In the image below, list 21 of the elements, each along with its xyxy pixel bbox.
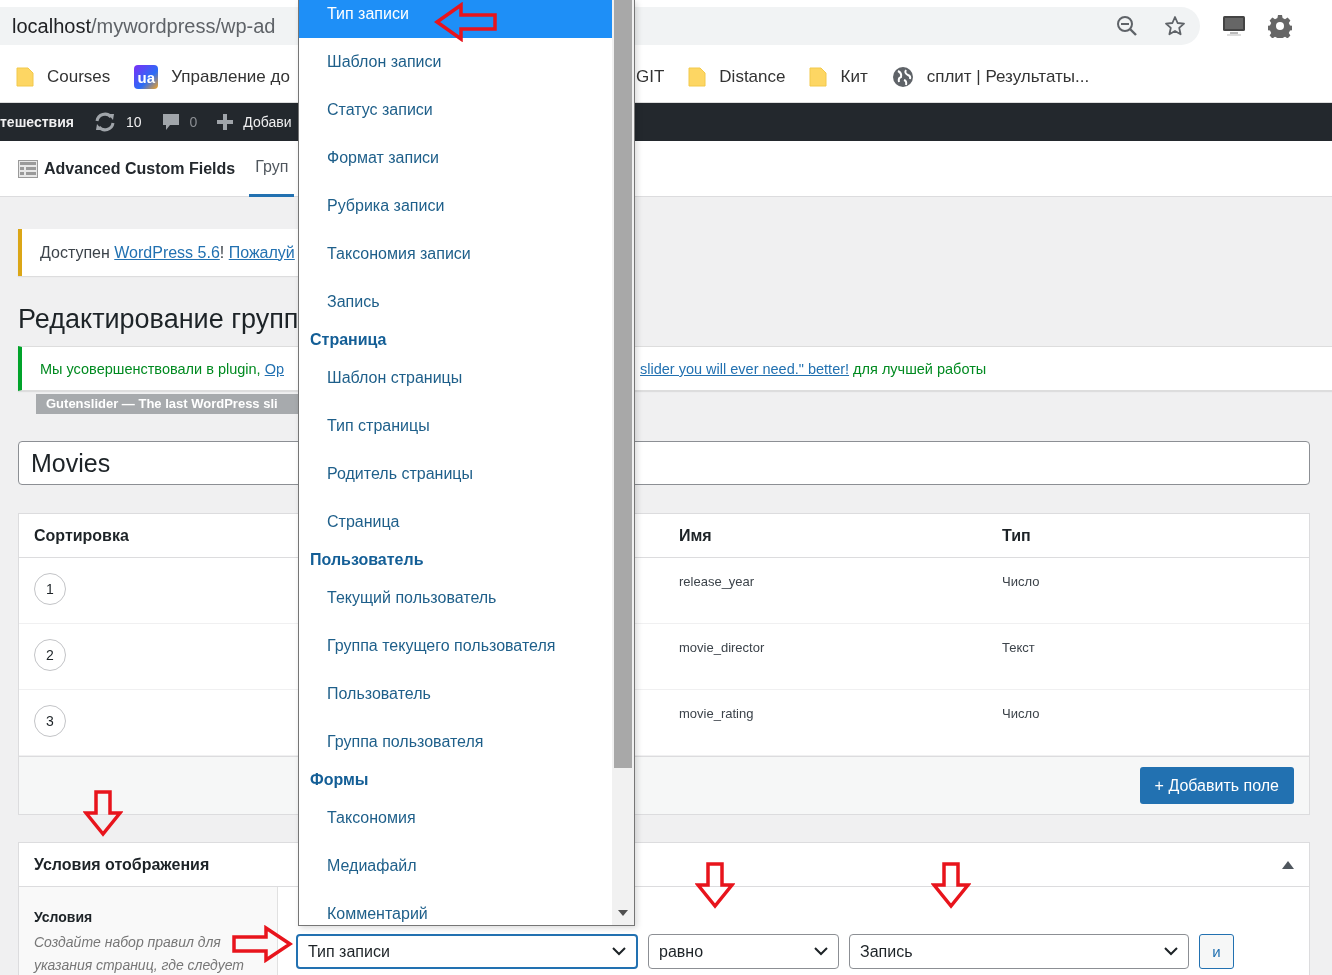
column-header: Имя bbox=[678, 526, 713, 545]
plugin-notice: slider you will ever need." better! для лучшей работы bbox=[640, 360, 987, 377]
table-cell: Число bbox=[1002, 574, 1040, 589]
table-cell: Текст bbox=[1002, 640, 1035, 655]
page-title: Редактирование групп bbox=[18, 303, 299, 336]
app-logo-icon: ua bbox=[134, 65, 159, 89]
table-cell: Число bbox=[1002, 706, 1040, 721]
plugin-title: Advanced Custom Fields bbox=[44, 159, 236, 178]
update-notice: Доступен WordPress 5.6! Пожалуй bbox=[40, 243, 295, 262]
rules-label: Условия bbox=[34, 909, 94, 925]
column-header: Сортировка bbox=[33, 526, 130, 545]
box-title: Условия отображения bbox=[34, 855, 210, 874]
column-header: Тип bbox=[1001, 526, 1032, 545]
table-cell: release_year bbox=[679, 574, 755, 589]
rules-description: Создайте набор правил для указания страниц, где следует bbox=[34, 933, 245, 975]
plugin-tag: Gutenslider — The last WordPress sli bbox=[36, 394, 298, 414]
option-group-label: Страница bbox=[309, 330, 388, 350]
table-cell: movie_rating bbox=[679, 706, 754, 721]
option-group-label: Пользователь bbox=[309, 550, 425, 570]
option-group-label: Формы bbox=[309, 770, 370, 790]
table-cell: movie_director bbox=[679, 640, 765, 655]
